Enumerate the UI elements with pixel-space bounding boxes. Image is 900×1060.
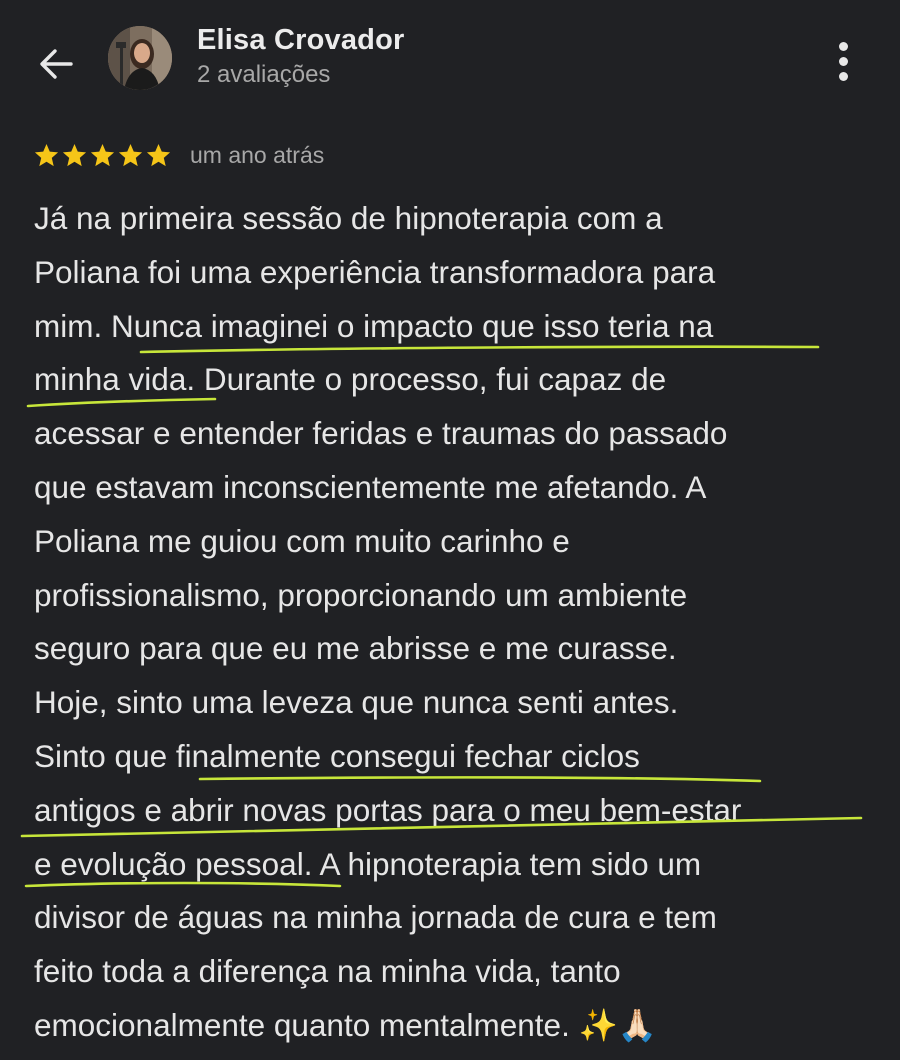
review-line-text: divisor de águas na minha jornada de cur… <box>34 899 717 936</box>
review-line: antigos e abrir novas portas para o meu … <box>34 784 884 838</box>
review-line: profissionalismo, proporcionando um ambi… <box>34 569 884 623</box>
review-line: Já na primeira sessão de hipnoterapia co… <box>34 192 884 246</box>
author-review-count: 2 avaliações <box>197 61 331 88</box>
review-line-text: feito toda a diferença na minha vida, ta… <box>34 953 621 990</box>
review-line: acessar e entender feridas e traumas do … <box>34 407 884 461</box>
review-text: Já na primeira sessão de hipnoterapia co… <box>34 192 884 1053</box>
review-line: Poliana me guiou com muito carinho e <box>34 515 884 569</box>
star-icon <box>146 143 171 166</box>
avatar[interactable] <box>108 26 172 90</box>
review-line: emocionalmente quanto mentalmente. ✨🙏🏻 <box>34 999 884 1053</box>
review-line-text: mim. Nunca imaginei o impacto que isso t… <box>34 307 714 344</box>
review-line-text: Sinto que finalmente consegui fechar cic… <box>34 737 640 774</box>
review-line-text: profissionalismo, proporcionando um ambi… <box>34 576 688 613</box>
review-line-text: que estavam inconscientemente me afetand… <box>34 468 707 505</box>
back-button[interactable] <box>30 38 82 90</box>
star-icon <box>90 143 115 166</box>
review-line: e evolução pessoal. A hipnoterapia tem s… <box>34 838 884 892</box>
review-line: seguro para que eu me abrisse e me curas… <box>34 622 884 676</box>
author-name[interactable]: Elisa Crovador <box>197 24 405 57</box>
profile-photo <box>108 26 172 90</box>
star-icon <box>62 143 87 166</box>
more-vertical-icon <box>838 41 848 51</box>
review-line: feito toda a diferença na minha vida, ta… <box>34 945 884 999</box>
review-line-text: e evolução pessoal. A hipnoterapia tem s… <box>34 845 702 882</box>
rating-row: um ano atrás <box>33 138 324 172</box>
star-rating <box>33 142 172 169</box>
review-line: Hoje, sinto uma leveza que nunca senti a… <box>34 676 884 730</box>
more-vertical-icon-dot <box>838 56 848 66</box>
review-header: Elisa Crovador 2 avaliações <box>0 0 900 120</box>
review-line: mim. Nunca imaginei o impacto que isso t… <box>34 300 884 354</box>
review-line-text: Poliana foi uma experiência transformado… <box>34 253 716 290</box>
star-icon <box>34 143 59 166</box>
praying-hands-emoji: 🙏🏻 <box>617 1006 658 1043</box>
review-line-text: acessar e entender feridas e traumas do … <box>34 415 728 452</box>
review-line-text: seguro para que eu me abrisse e me curas… <box>34 630 677 667</box>
review-line: Sinto que finalmente consegui fechar cic… <box>34 730 884 784</box>
review-line-text: emocionalmente quanto mentalmente. <box>34 1006 570 1043</box>
review-line: divisor de águas na minha jornada de cur… <box>34 891 884 945</box>
star-icon <box>118 143 143 166</box>
review-line-text: Já na primeira sessão de hipnoterapia co… <box>34 200 663 236</box>
review-line-text: Poliana me guiou com muito carinho e <box>34 522 570 559</box>
sparkles-emoji: ✨ <box>578 1006 618 1043</box>
more-vertical-icon-dot <box>838 71 848 81</box>
review-line: minha vida. Durante o processo, fui capa… <box>34 353 884 407</box>
arrow-left-icon <box>40 49 73 79</box>
review-line-text: antigos e abrir novas portas para o meu … <box>34 791 742 828</box>
review-date: um ano atrás <box>190 141 325 168</box>
review-line-text: Hoje, sinto uma leveza que nunca senti a… <box>34 684 679 721</box>
review-line: Poliana foi uma experiência transformado… <box>34 246 884 300</box>
review-line: que estavam inconscientemente me afetand… <box>34 461 884 515</box>
more-options-button[interactable] <box>822 38 864 84</box>
review-line-text: minha vida. Durante o processo, fui capa… <box>34 361 667 398</box>
